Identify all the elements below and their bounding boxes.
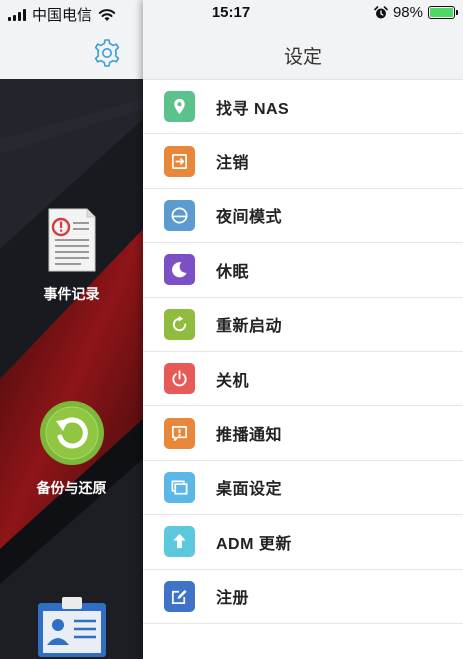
desktop-icon xyxy=(164,471,195,503)
register-icon xyxy=(164,580,195,612)
menu-item-label: 夜间模式 xyxy=(216,209,283,227)
drawer-item-backup-restore[interactable]: 备份与还原 xyxy=(0,399,143,498)
menu-item-find-nas[interactable]: 找寻 NAS xyxy=(143,80,463,135)
menu-item-restart[interactable]: 重新启动 xyxy=(143,298,463,352)
update-icon xyxy=(164,526,195,558)
menu-item-label: 推播通知 xyxy=(216,427,283,445)
alarm-icon xyxy=(374,5,388,18)
menu-item-night-mode[interactable]: 夜间模式 xyxy=(143,189,463,244)
menu-item-shutdown[interactable]: 关机 xyxy=(143,352,463,407)
menu-item-logout[interactable]: 注销 xyxy=(143,134,463,189)
drawer-item-label: 事件记录 xyxy=(43,286,100,302)
menu-item-sleep[interactable]: 休眠 xyxy=(143,243,463,298)
moon-icon xyxy=(164,254,195,286)
drawer-item-event-log[interactable]: 事件记录 xyxy=(0,207,143,304)
settings-menu: 找寻 NAS 注销 夜间模式 休眠 重新启动 关机 推播通知 桌面设定 ADM … xyxy=(143,80,463,624)
location-pin-icon xyxy=(164,91,195,123)
battery-percent: 98% xyxy=(392,4,423,21)
restart-icon xyxy=(164,308,195,340)
menu-item-adm-update[interactable]: ADM 更新 xyxy=(143,515,463,570)
clock: 15:17 xyxy=(211,4,251,21)
status-bar: 中国电信 15:17 98% xyxy=(0,0,463,26)
carrier-name: 中国电信 xyxy=(32,7,93,24)
wifi-icon xyxy=(98,8,116,21)
menu-item-label: 注销 xyxy=(216,155,250,173)
page-title: 设定 xyxy=(283,47,322,68)
battery-icon xyxy=(428,6,458,19)
menu-item-desktop-settings[interactable]: 桌面设定 xyxy=(143,461,463,516)
logout-icon xyxy=(164,145,195,177)
settings-panel: 设定 找寻 NAS 注销 夜间模式 休眠 重新启动 关机 推播通知 桌面设定 A… xyxy=(143,0,463,659)
menu-item-label: 注册 xyxy=(216,590,250,608)
menu-item-label: 重新启动 xyxy=(216,318,283,336)
power-icon xyxy=(164,363,195,395)
menu-item-label: ADM 更新 xyxy=(216,535,292,553)
battery-level xyxy=(430,8,453,17)
drawer-item-label: 备份与还原 xyxy=(36,480,107,496)
menu-item-label: 桌面设定 xyxy=(216,481,283,499)
menu-item-label: 休眠 xyxy=(216,263,250,281)
drawer-background xyxy=(0,79,143,659)
menu-item-push-notifications[interactable]: 推播通知 xyxy=(143,406,463,461)
notification-icon xyxy=(164,417,195,449)
drawer-item-profile[interactable] xyxy=(0,597,143,659)
night-mode-icon xyxy=(164,199,195,231)
menu-item-register[interactable]: 注册 xyxy=(143,570,463,624)
backup-restore-icon xyxy=(39,401,104,465)
side-drawer: 事件记录 备份与还原 xyxy=(0,0,143,659)
gear-icon[interactable] xyxy=(91,37,123,69)
drawer-menu: 事件记录 备份与还原 xyxy=(0,79,143,659)
profile-card-icon xyxy=(37,597,106,657)
event-log-icon xyxy=(48,208,95,272)
cellular-signal-icon xyxy=(8,8,26,21)
menu-item-label: 找寻 NAS xyxy=(216,100,290,118)
menu-item-label: 关机 xyxy=(216,372,250,390)
